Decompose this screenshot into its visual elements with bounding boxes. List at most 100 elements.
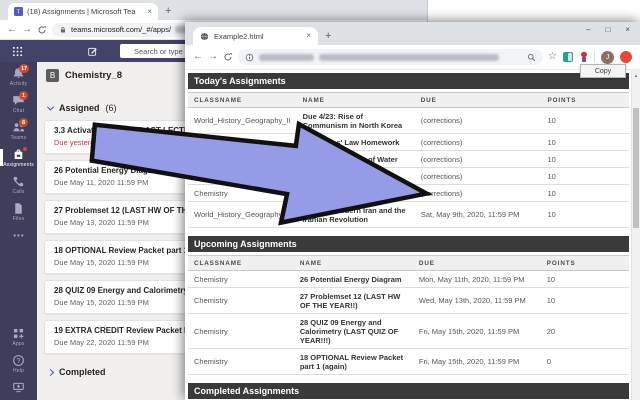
rail-item-assignments[interactable]: Assignments <box>0 144 37 171</box>
rail-item-label: Activity <box>10 81 27 87</box>
browser-update-icon[interactable] <box>620 51 632 63</box>
bookmark-star-icon[interactable]: ☆ <box>548 52 557 62</box>
extension-icon[interactable] <box>563 52 573 62</box>
table-row: Chemistry18 OPTIONAL Review Packet part … <box>188 349 629 375</box>
svg-text:T: T <box>17 10 21 16</box>
table-cell: (corrections) <box>415 151 542 168</box>
table-cell: 10 <box>541 151 629 168</box>
table-row: Chemistry26 Potential Energy DiagramMon,… <box>188 271 629 288</box>
tab-close-icon[interactable]: × <box>306 32 311 40</box>
url-text: teams.microsoft.com/_#/apps/ <box>71 25 171 34</box>
back-icon[interactable]: ← <box>7 25 17 35</box>
svg-text:?: ? <box>17 358 21 365</box>
table-cell: 10 <box>541 288 629 314</box>
forward-icon[interactable]: → <box>22 25 32 35</box>
teams-left-rail: 17 Activity 1Chat8TeamsAssignments Calls Fil… <box>0 62 37 400</box>
rail-item-calls[interactable]: Calls <box>0 171 37 198</box>
rail-item-teams[interactable]: 8Teams <box>0 117 37 144</box>
table-cell: 18 OPTIONAL Review Packet part 1 (again) <box>294 349 413 375</box>
example-browser-window: Example2.html × + – □ × ← → ☆ J Copy <box>185 22 640 400</box>
close-button[interactable]: × <box>625 26 630 34</box>
file-icon <box>12 202 25 215</box>
rail-item-label: Files <box>13 216 25 222</box>
reload-icon[interactable] <box>223 52 233 62</box>
table-cell: (corrections) <box>415 168 542 185</box>
extension-icon[interactable] <box>579 52 588 62</box>
table-cell: Chemistry <box>188 151 297 168</box>
table-cell: 27 Problemset 12 (LAST HW OF THE YEAR!!) <box>294 288 413 314</box>
scrollbar[interactable]: ▲ <box>631 70 640 400</box>
table-cell: 0 <box>541 349 629 375</box>
forward-icon[interactable]: → <box>208 52 218 62</box>
assignments-section: Completed AssignmentsCLASSNAMENAMEDUEPOI… <box>188 383 629 400</box>
rail-item-more[interactable] <box>0 225 37 246</box>
table-cell: Mon, May 11th, 2020, 11:59 PM <box>413 271 541 288</box>
teams-browser-tab[interactable]: T (18) Assignments | Microsoft Tea × <box>8 3 158 20</box>
table-row: World_History_Geography_IIDue 4/23: Rise… <box>188 108 629 134</box>
unread-badge: 8 <box>19 118 28 127</box>
table-row: Chemistry28 QUIZ 09 Energy and Calorimet… <box>188 314 629 349</box>
tab-close-icon[interactable]: × <box>147 8 152 16</box>
rail-item-download[interactable] <box>0 377 37 398</box>
foreground-browser-toolbar: ← → ☆ J <box>185 45 640 70</box>
rail-item-apps[interactable]: Apps <box>0 323 37 350</box>
foreground-tab-strip: Example2.html × + – □ × <box>185 22 640 45</box>
rail-item-chat[interactable]: 1Chat <box>0 90 37 117</box>
column-header: NAME <box>294 256 413 271</box>
chevron-right-icon <box>47 368 54 375</box>
table-cell: Sat, May 9th, 2020, 11:59 PM <box>415 202 542 228</box>
table-cell: Chemistry <box>188 185 297 202</box>
phone-icon <box>12 175 25 188</box>
completed-label: Completed <box>59 367 106 377</box>
scrollbar-thumb[interactable] <box>633 108 639 228</box>
assignments-table: CLASSNAMENAMEDUEPOINTSWorld_History_Geog… <box>188 92 629 228</box>
chevron-down-icon <box>47 103 54 110</box>
table-row: Chemistry2.4 Heating Curve of Water(corr… <box>188 151 629 168</box>
reload-icon[interactable] <box>37 25 47 35</box>
table-cell: Chemistry <box>188 271 294 288</box>
copy-tooltip[interactable]: Copy <box>580 64 626 78</box>
compose-icon[interactable] <box>87 46 98 57</box>
table-cell: Chemistry <box>188 349 294 375</box>
table-cell: (corrections) <box>415 134 542 151</box>
column-header: CLASSNAME <box>188 93 297 108</box>
address-bar[interactable] <box>238 49 543 65</box>
table-cell: 10 <box>541 185 629 202</box>
table-cell: 10 <box>541 202 629 228</box>
help-icon: ? <box>12 354 25 367</box>
rail-item-help[interactable]: ?Help <box>0 350 37 377</box>
rail-item-files[interactable]: Files <box>0 198 37 225</box>
table-cell: (corrections) <box>415 108 542 134</box>
maximize-button[interactable]: □ <box>605 26 610 34</box>
rail-item-activity[interactable]: 17 Activity <box>0 63 37 90</box>
example-browser-tab[interactable]: Example2.html × <box>193 27 318 45</box>
table-cell: Due 5/9: Modern Iran and the Iranian Rev… <box>297 202 415 228</box>
unread-badge: 1 <box>19 91 28 100</box>
info-icon <box>245 53 254 62</box>
team-avatar: B <box>46 69 59 82</box>
waffle-icon[interactable] <box>12 46 23 57</box>
new-tab-button[interactable]: + <box>325 30 331 42</box>
pencil-icon <box>165 166 174 175</box>
table-row: Chemistry27 Problemset 12 (LAST HW OF TH… <box>188 288 629 314</box>
table-cell: Chemistry <box>188 168 297 185</box>
ellipsis-icon <box>12 229 25 242</box>
scrollbar-up-icon[interactable]: ▲ <box>632 70 640 80</box>
table-cell: World_History_Geography_II <box>188 202 297 228</box>
column-header: NAME <box>297 93 415 108</box>
rail-item-label: Calls <box>12 189 24 195</box>
table-cell: Wed, May 13th, 2020, 11:59 PM <box>413 288 541 314</box>
table-cell: 10 <box>541 168 629 185</box>
table-cell: 26 Potential Energy Diagram <box>294 271 413 288</box>
redacted-url-blur <box>319 54 499 61</box>
assignments-section: Today's AssignmentsCLASSNAMENAMEDUEPOINT… <box>188 73 629 228</box>
unread-badge: 17 <box>19 64 29 73</box>
column-header: POINTS <box>541 93 629 108</box>
profile-avatar[interactable]: J <box>601 51 614 64</box>
minimize-button[interactable]: – <box>586 26 590 34</box>
zoom-icon[interactable] <box>527 53 536 62</box>
new-tab-button[interactable]: + <box>165 5 171 17</box>
column-header: DUE <box>413 256 541 271</box>
back-icon[interactable]: ← <box>193 52 203 62</box>
table-row: Chemistry3.1 Chemical Energy(corrections… <box>188 168 629 185</box>
